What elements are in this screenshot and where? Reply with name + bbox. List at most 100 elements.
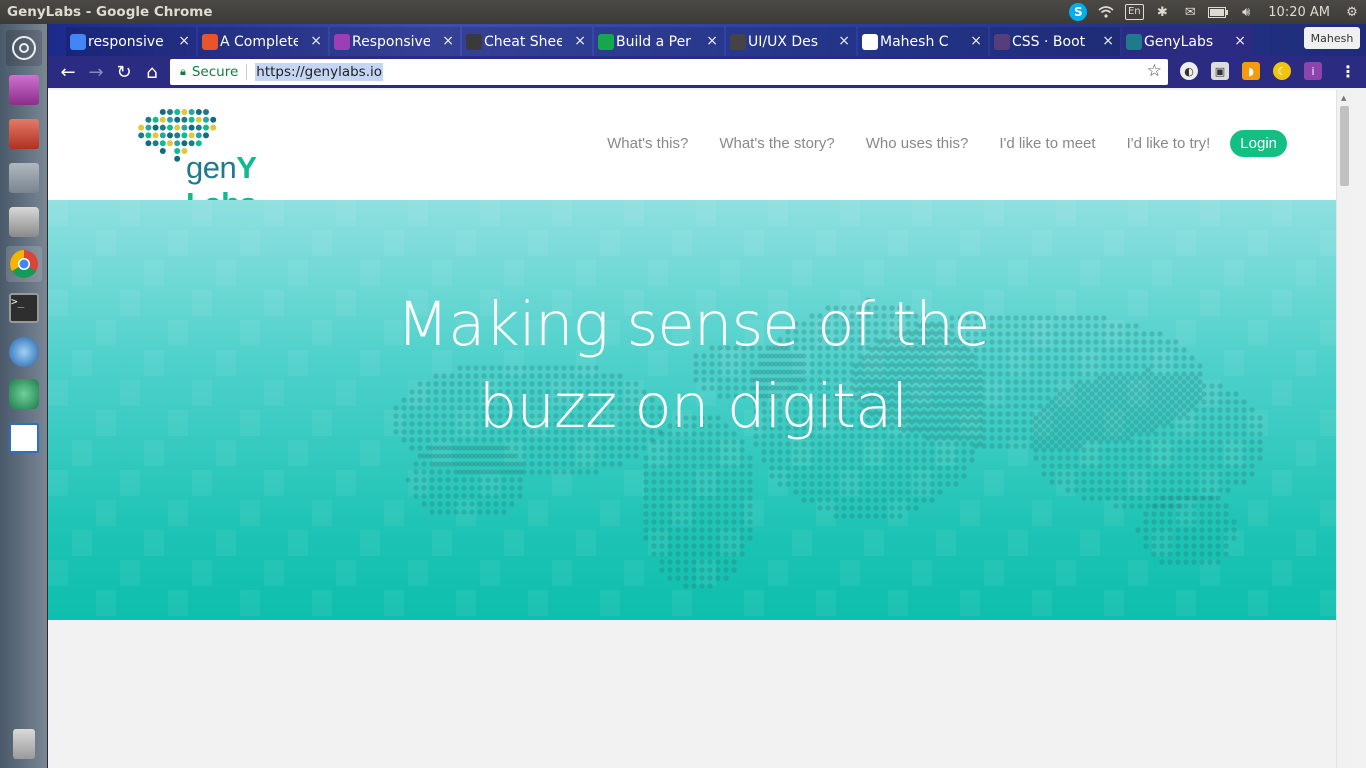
bluetooth-icon[interactable]: ✱ xyxy=(1148,0,1176,24)
background-tile xyxy=(936,260,956,286)
hero-headline: Making sense of the buzz on digital xyxy=(48,284,1338,448)
scroll-up-arrow-icon[interactable]: ▲ xyxy=(1341,94,1346,102)
close-tab-icon[interactable]: × xyxy=(178,33,190,49)
map-dot xyxy=(691,447,697,453)
close-tab-icon[interactable]: × xyxy=(1234,33,1246,49)
lock-icon: 🔒︎ xyxy=(180,65,186,78)
tab-label: Cheat Sheet xyxy=(484,33,562,50)
map-dot xyxy=(707,583,713,589)
background-tile xyxy=(1296,260,1316,286)
map-dot xyxy=(1159,535,1165,541)
browser-tab[interactable]: responsive × xyxy=(66,27,196,56)
close-tab-icon[interactable]: × xyxy=(574,33,586,49)
logo-dot xyxy=(174,155,181,162)
map-dot xyxy=(1145,471,1151,477)
map-dot xyxy=(1175,527,1181,533)
extension-moon-icon[interactable]: ☾ xyxy=(1273,62,1291,80)
battery-icon[interactable] xyxy=(1204,0,1232,24)
map-dot xyxy=(1191,511,1197,517)
profile-button[interactable]: Mahesh xyxy=(1304,27,1360,49)
browser-tab[interactable]: CSS · Boot × xyxy=(990,27,1120,56)
reload-icon[interactable]: ↻ xyxy=(110,58,138,86)
nav-like-to-try[interactable]: I'd like to try! xyxy=(1127,135,1211,152)
map-dot xyxy=(517,469,523,475)
map-dot xyxy=(715,535,721,541)
extension-tile-icon[interactable]: ▣ xyxy=(1211,62,1229,80)
background-tile xyxy=(1272,200,1292,226)
genylabs-logo[interactable]: genY Labs xyxy=(134,106,324,221)
site-header: genY Labs What's this? What's the story?… xyxy=(48,90,1351,221)
software-center-icon[interactable] xyxy=(6,116,42,152)
map-dot xyxy=(659,551,665,557)
keyboard-language-indicator[interactable]: En xyxy=(1120,0,1148,24)
background-tile xyxy=(960,590,980,616)
nav-who-uses-this[interactable]: Who uses this? xyxy=(866,135,969,152)
forward-arrow-icon[interactable]: → xyxy=(82,58,110,86)
skype-tray-icon[interactable]: S xyxy=(1064,0,1092,24)
browser-tab[interactable]: Responsive × xyxy=(330,27,460,56)
nav-whats-this[interactable]: What's this? xyxy=(607,135,688,152)
map-dot xyxy=(1159,503,1165,509)
extension-purple-icon[interactable]: i xyxy=(1304,62,1322,80)
close-tab-icon[interactable]: × xyxy=(1102,33,1114,49)
close-tab-icon[interactable]: × xyxy=(442,33,454,49)
map-dot xyxy=(723,543,729,549)
terminal-icon[interactable]: >_ xyxy=(6,290,42,326)
settings-gear-icon[interactable]: ⚙ xyxy=(1338,0,1366,24)
wifi-icon[interactable] xyxy=(1092,0,1120,24)
map-dot xyxy=(461,509,467,515)
map-dot xyxy=(881,473,887,479)
map-dot xyxy=(969,449,975,455)
close-tab-icon[interactable]: × xyxy=(706,33,718,49)
url-text[interactable]: https://genylabs.io xyxy=(255,63,384,81)
nav-like-to-meet[interactable]: I'd like to meet xyxy=(999,135,1095,152)
trash-icon[interactable] xyxy=(6,726,42,762)
map-dot xyxy=(1129,447,1135,453)
chrome-icon[interactable] xyxy=(6,246,42,282)
map-dot xyxy=(849,481,855,487)
mail-icon[interactable]: ✉ xyxy=(1176,0,1204,24)
address-bar[interactable]: 🔒︎ Secure https://genylabs.io ☆ xyxy=(170,59,1168,85)
extension-rss-icon[interactable]: ◗ xyxy=(1242,62,1260,80)
browser-tab[interactable]: UI/UX Des × xyxy=(726,27,856,56)
browser-tab[interactable]: GenyLabs × xyxy=(1122,27,1252,56)
map-dot xyxy=(1223,535,1229,541)
map-dot xyxy=(723,487,729,493)
map-dot xyxy=(699,455,705,461)
home-icon[interactable]: ⌂ xyxy=(138,58,166,86)
back-arrow-icon[interactable]: ← xyxy=(54,58,82,86)
background-tile xyxy=(432,260,452,286)
atom-editor-icon[interactable] xyxy=(6,376,42,412)
browser-tab[interactable]: Build a Per × xyxy=(594,27,724,56)
browser-tab[interactable]: Mahesh C × xyxy=(858,27,988,56)
map-dot xyxy=(699,487,705,493)
text-document-icon[interactable] xyxy=(6,420,42,456)
login-button[interactable]: Login xyxy=(1230,130,1287,157)
background-tile xyxy=(312,590,332,616)
workspace-switcher-icon[interactable] xyxy=(6,72,42,108)
volume-icon[interactable]: 🔊︎ xyxy=(1232,0,1260,24)
close-tab-icon[interactable]: × xyxy=(310,33,322,49)
window-spread-icon[interactable] xyxy=(6,160,42,196)
clock[interactable]: 10:20 AM xyxy=(1260,0,1338,24)
browser-tab[interactable]: A Complete × xyxy=(198,27,328,56)
map-dot xyxy=(501,485,507,491)
background-tile xyxy=(1032,590,1052,616)
extension-ghostery-icon[interactable]: ◐ xyxy=(1180,62,1198,80)
thunderbird-icon[interactable] xyxy=(6,334,42,370)
chrome-menu-icon[interactable]: ⋮ xyxy=(1340,62,1356,81)
map-dot xyxy=(1033,447,1039,453)
document-icon xyxy=(862,34,878,50)
map-dot xyxy=(849,449,855,455)
close-tab-icon[interactable]: × xyxy=(970,33,982,49)
map-dot xyxy=(809,465,815,471)
browser-tab[interactable]: Cheat Sheet × xyxy=(462,27,592,56)
ubuntu-dash-icon[interactable] xyxy=(6,30,42,66)
close-tab-icon[interactable]: × xyxy=(838,33,850,49)
map-dot xyxy=(1057,455,1063,461)
scrollbar-thumb[interactable] xyxy=(1340,106,1349,186)
drive-icon[interactable] xyxy=(6,204,42,240)
nav-whats-the-story[interactable]: What's the story? xyxy=(719,135,834,152)
bookmark-star-icon[interactable]: ☆ xyxy=(1147,61,1162,81)
page-scrollbar[interactable]: ▲ xyxy=(1336,90,1351,768)
